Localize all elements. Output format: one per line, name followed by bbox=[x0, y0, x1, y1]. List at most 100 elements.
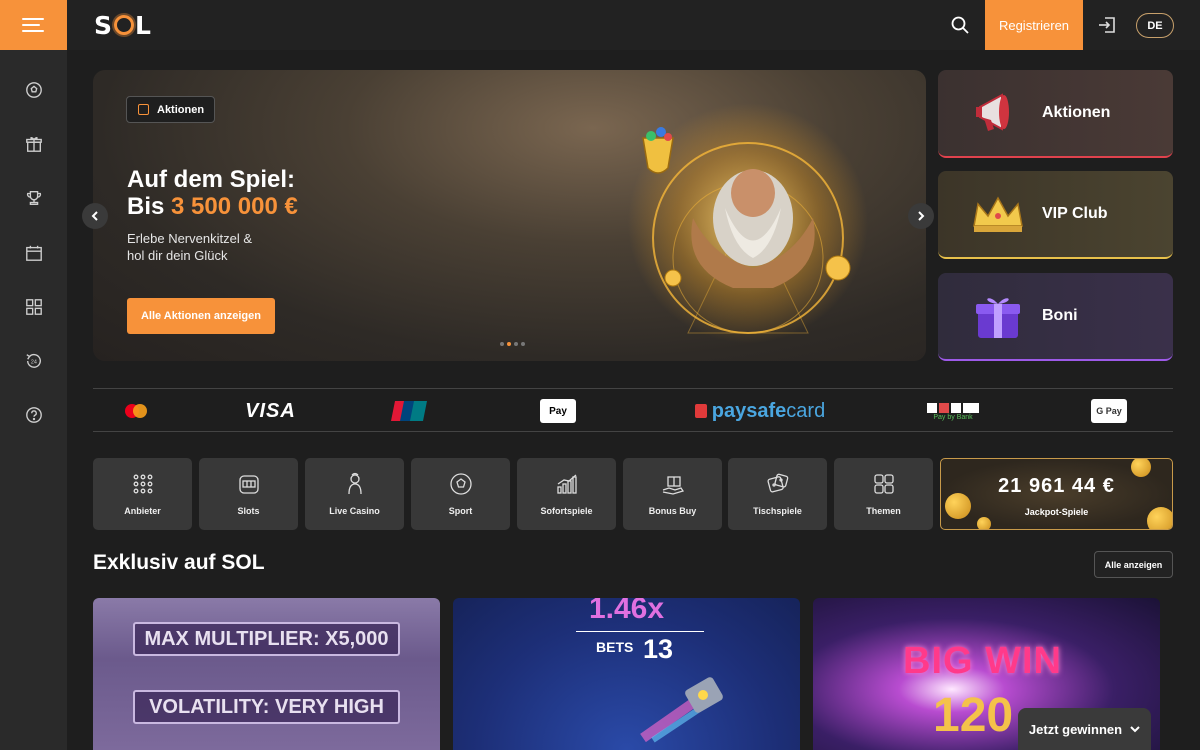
sidebar-item-calendar[interactable] bbox=[0, 238, 67, 268]
game-bets-value: 13 bbox=[643, 634, 674, 664]
category-anbieter[interactable]: Anbieter bbox=[93, 458, 192, 530]
game-card[interactable]: 1.46x BETS 13 bbox=[453, 598, 800, 750]
hero-title-amount: 3 500 000 € bbox=[171, 193, 298, 220]
category-slots[interactable]: Slots bbox=[199, 458, 298, 530]
googlepay-logo: G Pay bbox=[1091, 399, 1127, 423]
category-live-casino[interactable]: Live Casino bbox=[305, 458, 404, 530]
mastercard-logo bbox=[121, 399, 151, 423]
unionpay-logo bbox=[391, 399, 427, 423]
category-label: Tischspiele bbox=[753, 506, 802, 516]
hero-banner: Aktionen Auf dem Spiel: Bis 3 500 000 € … bbox=[93, 70, 926, 361]
dealer-icon bbox=[348, 472, 362, 495]
category-label: Live Casino bbox=[329, 506, 380, 516]
jackpot-value: 21 961 44 bbox=[998, 475, 1097, 497]
logo[interactable]: SL bbox=[94, 11, 152, 40]
hero-badge: Aktionen bbox=[126, 96, 216, 123]
hero-title: Auf dem Spiel: Bis 3 500 000 € bbox=[127, 166, 298, 220]
svg-text:24: 24 bbox=[30, 360, 36, 366]
hero-title-line2: Bis 3 500 000 € bbox=[127, 193, 298, 220]
menu-line bbox=[21, 18, 44, 20]
category-label: Sport bbox=[448, 506, 473, 516]
help-icon bbox=[25, 407, 42, 423]
dice-icon bbox=[767, 473, 789, 493]
hero-subtitle: Erlebe Nervenkitzel & hol dir dein Glück bbox=[127, 231, 252, 263]
bar-chart-icon bbox=[557, 474, 577, 494]
sun-logo-icon bbox=[114, 15, 135, 35]
slide-dot[interactable] bbox=[500, 342, 504, 346]
paybybank-label: Pay by Bank bbox=[933, 413, 973, 421]
dots-grid-icon bbox=[133, 474, 153, 494]
coin-icon bbox=[977, 517, 991, 529]
sidebar-item-support-24[interactable]: 24 bbox=[0, 346, 67, 376]
login-icon bbox=[1099, 17, 1115, 33]
slide-dot-active[interactable] bbox=[507, 342, 511, 346]
category-label: Bonus Buy bbox=[648, 506, 697, 516]
gift-box-icon bbox=[970, 288, 1026, 344]
category-tischspiele[interactable]: Tischspiele bbox=[728, 458, 827, 530]
rocket-illustration bbox=[640, 677, 723, 743]
visa-logo: VISA bbox=[245, 399, 296, 422]
soccer-ball-icon bbox=[25, 82, 42, 98]
slide-dot[interactable] bbox=[521, 342, 525, 346]
logo-text: L bbox=[135, 10, 152, 40]
category-sport[interactable]: Sport bbox=[411, 458, 510, 530]
chevron-right-icon bbox=[918, 211, 925, 221]
lock-icon bbox=[694, 404, 707, 418]
hero-prev-button[interactable] bbox=[82, 203, 108, 229]
category-label: Anbieter bbox=[124, 506, 161, 516]
all-promotions-button[interactable]: Alle Aktionen anzeigen bbox=[127, 298, 275, 334]
jackpot-label: Jackpot-Spiele bbox=[1024, 507, 1089, 517]
gift-hand-icon bbox=[662, 476, 685, 495]
search-icon bbox=[951, 16, 969, 34]
sidebar-item-categories[interactable] bbox=[0, 292, 67, 322]
game-multiplier: 1.46x bbox=[588, 598, 665, 625]
language-selector[interactable]: DE bbox=[1136, 13, 1174, 38]
view-all-button[interactable]: Alle anzeigen bbox=[1094, 551, 1173, 578]
sidebar-item-help[interactable] bbox=[0, 400, 67, 430]
applepay-logo: Pay bbox=[540, 399, 576, 423]
bank-logos-icon bbox=[927, 402, 979, 413]
promo-label: Aktionen bbox=[1042, 104, 1111, 121]
win-now-button[interactable]: Jetzt gewinnen bbox=[1018, 708, 1151, 750]
trophy-icon bbox=[26, 191, 41, 205]
game-banner-text: VOLATILITY: VERY HIGH bbox=[133, 690, 400, 724]
calendar-icon bbox=[25, 245, 42, 261]
sidebar-item-tournaments[interactable] bbox=[0, 183, 67, 213]
menu-line bbox=[21, 24, 40, 26]
category-sofortspiele[interactable]: Sofortspiele bbox=[517, 458, 616, 530]
payment-methods: VISA Pay paysafe card Pay by Bank G Pay bbox=[93, 388, 1173, 432]
promo-label: VIP Club bbox=[1042, 205, 1108, 222]
promo-card-aktionen[interactable]: Aktionen bbox=[938, 70, 1173, 158]
search-button[interactable] bbox=[950, 15, 970, 35]
card-text: card bbox=[786, 399, 826, 422]
game-banner-text: MAX MULTIPLIER: X5,000 bbox=[133, 622, 400, 656]
category-themen[interactable]: Themen bbox=[834, 458, 933, 530]
paysafecard-logo: paysafe card bbox=[686, 399, 834, 423]
slide-indicators bbox=[500, 342, 525, 346]
chevron-down-icon bbox=[1130, 726, 1140, 733]
register-button[interactable]: Registrieren bbox=[985, 0, 1083, 50]
category-bonus-buy[interactable]: Bonus Buy bbox=[623, 458, 722, 530]
promo-card-boni[interactable]: Boni bbox=[938, 273, 1173, 361]
category-label: Sofortspiele bbox=[540, 506, 593, 516]
paybybank-logo: Pay by Bank bbox=[927, 399, 979, 423]
megaphone-icon bbox=[970, 85, 1026, 141]
sidebar-item-sport[interactable] bbox=[0, 75, 67, 105]
menu-button[interactable] bbox=[0, 0, 67, 50]
game-win-value: 120 bbox=[933, 689, 1014, 742]
section-title: Exklusiv auf SOL bbox=[93, 551, 265, 574]
hero-next-button[interactable] bbox=[908, 203, 934, 229]
menu-line bbox=[21, 30, 44, 32]
win-now-label: Jetzt gewinnen bbox=[1028, 721, 1123, 737]
chevron-left-icon bbox=[91, 211, 98, 221]
sidebar-item-gifts[interactable] bbox=[0, 129, 67, 159]
game-big-win: BIG WIN bbox=[903, 640, 1062, 682]
slide-dot[interactable] bbox=[514, 342, 518, 346]
paysafe-text: paysafe bbox=[711, 399, 787, 422]
login-button[interactable] bbox=[1097, 15, 1117, 35]
soccer-ball-icon bbox=[450, 473, 472, 495]
crown-icon bbox=[970, 186, 1026, 242]
game-card[interactable]: MAX MULTIPLIER: X5,000 VOLATILITY: VERY … bbox=[93, 598, 440, 750]
promo-card-vip-club[interactable]: VIP Club bbox=[938, 171, 1173, 259]
jackpot-games-tile[interactable]: 21 961 44 € Jackpot-Spiele bbox=[940, 458, 1173, 530]
